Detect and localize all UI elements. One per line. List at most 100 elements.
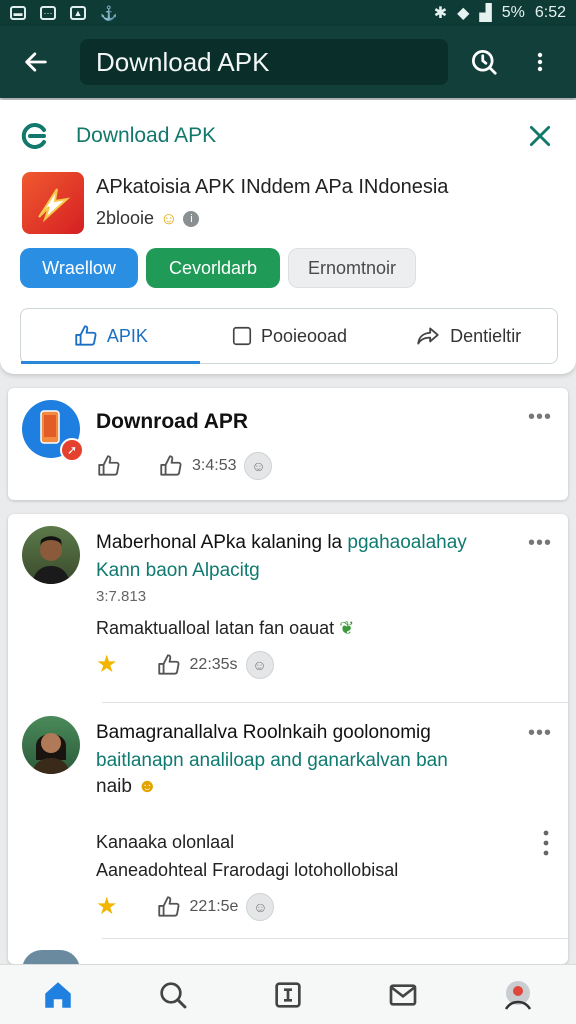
thumbs-up-icon [75,325,97,346]
panel-header: Download APK [18,116,558,156]
download-panel: Download APK APkatoisia APK INddem APa I… [0,100,576,374]
checkbox-icon [232,326,252,346]
signal-icon: ▟ [479,5,492,22]
nav-profile[interactable] [488,970,548,1020]
search-icon [160,981,187,1008]
post-title: Downroad APR [96,410,249,433]
post-author: Maberhonal APka kalaning la pgahaoalahay [96,532,467,554]
chip-download[interactable]: Cevorldarb [146,248,280,288]
emoji-reaction-icon[interactable]: ☺ [245,650,274,679]
divider [102,702,568,703]
more-vertical-button[interactable] [540,828,552,863]
back-button[interactable] [14,40,58,84]
lightning-logo-icon [38,188,71,223]
like-icon[interactable] [156,894,182,920]
app-bar: Download APK [0,26,576,98]
status-bar: ▬ ⋯ ▲ ⚓ ✱ ◆ ▟ 5% 6:52 [0,0,576,26]
app-icon[interactable] [22,172,84,234]
chip-primary[interactable]: Wraellow [20,248,138,288]
post-time: 3:7.813 [96,588,147,605]
search-input[interactable]: Download APK [80,39,448,85]
like-count: 22:35s [189,655,238,673]
leaf-emoji-icon: ❦ [339,618,355,638]
thumbs-up-icon[interactable] [96,453,122,479]
search-text: Download APK [96,46,270,77]
avatar[interactable]: ➚ [22,400,84,462]
person-photo-icon [32,536,70,584]
like-count: 3:4:53 [192,457,237,474]
chip-secondary[interactable]: Ernomtnoir [288,248,416,288]
reaction-row: 3:4:53 ☺ [96,452,273,480]
close-button[interactable] [522,118,558,154]
more-options-button[interactable]: ••• [528,406,552,429]
badge-icon: ➚ [60,438,84,462]
like-icon[interactable] [156,652,182,678]
bluetooth-icon: ✱ [433,5,448,22]
avatar[interactable] [22,716,80,774]
image-icon: ▲ [70,6,86,20]
tab-label: Pooieooad [260,325,348,346]
post-body-2: Aaneadohteal Frarodagi lotohollobisal [96,860,399,880]
app-title: APkatoisia APK INddem APa INdonesia [96,176,449,198]
post-author: Bamagranallalva Roolnkaih goolonomig [96,722,431,743]
more-vertical-icon [543,830,549,856]
nav-apps[interactable] [258,970,318,1020]
post-body: Ramaktualloal latan fan oauat ❦ [96,618,354,639]
like-icon[interactable] [158,453,184,479]
close-icon [529,125,551,147]
battery-level: 5% [501,4,525,21]
search-button[interactable] [462,40,506,84]
post-subline-2: naib ☻ [96,776,157,798]
chat-icon: ⋯ [40,6,56,20]
author-name: Maberhonal APka kalaning la [96,532,343,553]
app-subtitle-row: 2blooie ☺ i [96,208,200,229]
author-name-tail: pgahaoalahay [347,532,467,553]
document-icon [275,981,301,1008]
divider [102,938,568,939]
post-body-1: Kanaaka olonlaal [96,832,235,852]
tab-label: APIK [106,325,148,346]
tab-apk[interactable]: APIK [21,309,200,364]
bottom-navigation [0,964,576,1024]
more-vertical-icon [537,52,543,72]
arrow-left-icon [25,52,47,72]
more-options-button[interactable]: ••• [528,532,552,555]
avatar[interactable] [22,526,80,584]
post-card[interactable]: ➚ Downroad APR ••• 3:4:53 ☺ [8,388,568,500]
tab-share[interactable]: Dentieltir [378,309,557,363]
like-count: 221:5e [189,897,239,915]
reaction-row: ★ 221:5e ☺ [96,892,275,921]
info-icon: i [183,210,200,227]
usb-icon: ⚓ [100,4,118,21]
star-icon[interactable]: ★ [96,892,118,921]
comments-card: Maberhonal APka kalaning la pgahaoalahay… [8,514,568,970]
smile-emoji-icon: ☺ [160,208,178,228]
person-photo-icon [32,733,70,774]
panel-title: Download APK [76,124,217,147]
post-subline: baitlanapn analiloap and ganarkalvan ban [96,750,448,771]
tab-bar: APIK Pooieooad Dentieltir [20,308,558,364]
profile-avatar-icon [505,980,532,1010]
home-icon [44,981,71,1008]
tab-download[interactable]: Pooieooad [200,309,379,363]
notification-icon: ▬ [10,6,26,20]
nav-search[interactable] [143,970,203,1020]
clock: 6:52 [534,4,566,21]
search-clock-icon [472,50,497,75]
post-text: Ramaktualloal latan fan oauat [96,618,335,638]
emoji-reaction-icon[interactable]: ☺ [246,892,275,921]
mail-icon [389,983,417,1006]
overflow-menu-button[interactable] [518,40,562,84]
nav-home[interactable] [28,970,88,1020]
wifi-icon: ◆ [457,5,470,22]
star-icon[interactable]: ★ [96,650,118,679]
brand-logo-icon [21,123,46,149]
app-subtitle: 2blooie [96,208,155,228]
tab-label: Dentieltir [450,325,522,346]
share-arrow-icon [417,327,439,345]
action-chips: Wraellow Cevorldarb Ernomtnoir [20,248,416,288]
nav-messages[interactable] [373,970,433,1020]
more-options-button[interactable]: ••• [528,722,552,745]
post-text: naib [96,776,132,797]
emoji-reaction-icon[interactable]: ☺ [244,452,273,480]
